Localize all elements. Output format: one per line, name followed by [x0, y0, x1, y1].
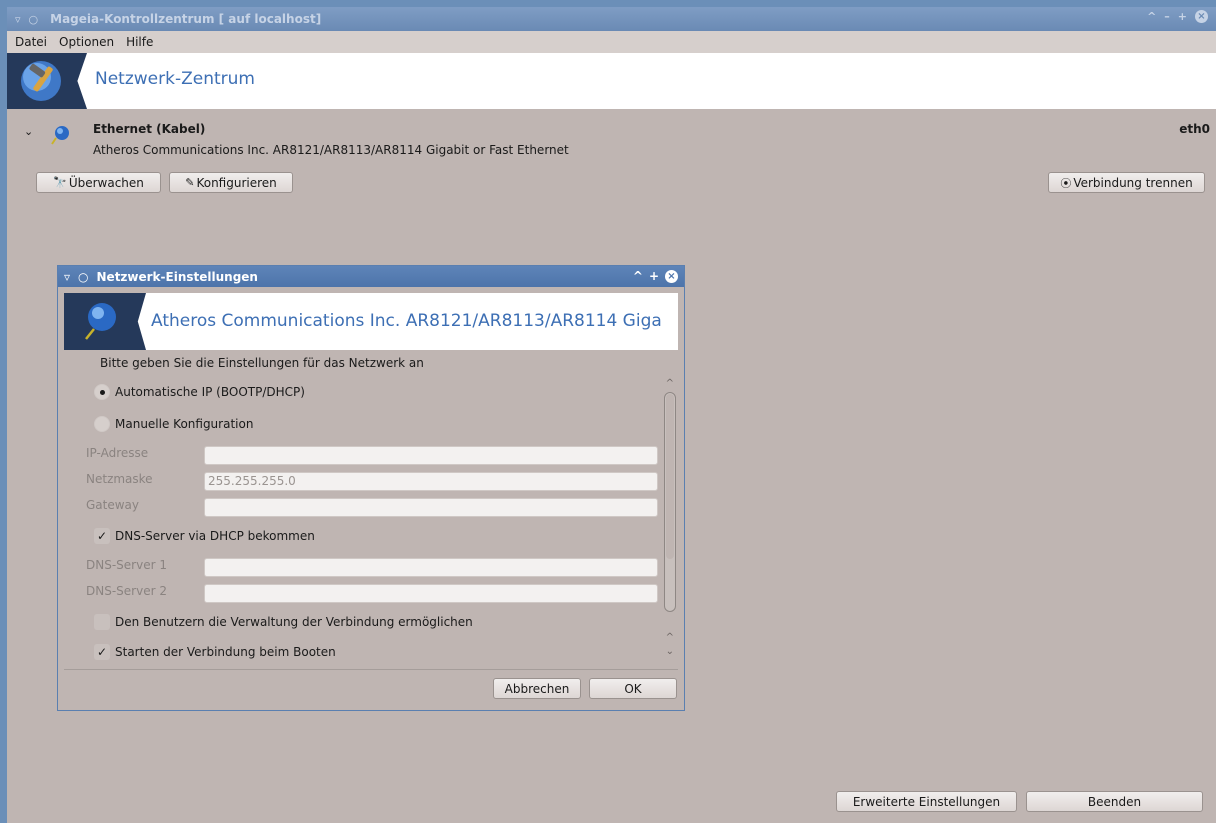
- netmask-label: Netzmaske: [86, 472, 153, 486]
- menu-hilfe[interactable]: Hilfe: [120, 35, 159, 49]
- dialog-header: Atheros Communications Inc. AR8121/AR811…: [64, 293, 678, 350]
- ip-label: IP-Adresse: [86, 446, 149, 460]
- dns2-label: DNS-Server 2: [86, 584, 167, 598]
- manual-config-option[interactable]: Manuelle Konfiguration: [94, 416, 253, 432]
- device-description: Atheros Communications Inc. AR8121/AR811…: [93, 143, 569, 157]
- auto-ip-radio[interactable]: [94, 384, 110, 400]
- dialog-titlebar[interactable]: ▿ ○ Netzwerk-Einstellungen ^ + ×: [58, 266, 684, 287]
- menubar: Datei Optionen Hilfe: [7, 31, 1216, 53]
- configure-button[interactable]: ✎ Konfigurieren: [169, 172, 293, 193]
- binoculars-icon: 🔭: [53, 176, 67, 189]
- netmask-field[interactable]: 255.255.255.0: [204, 472, 658, 491]
- menu-optionen[interactable]: Optionen: [53, 35, 120, 49]
- scroll-up-icon[interactable]: ^: [666, 378, 674, 389]
- dialog-separator: [64, 669, 678, 670]
- dialog-body: Bitte geben Sie die Einstellungen für da…: [58, 350, 684, 666]
- monitor-button-label: Überwachen: [68, 175, 144, 190]
- dns1-field[interactable]: [204, 558, 658, 577]
- chevron-down-icon[interactable]: ⌄: [24, 125, 33, 138]
- network-settings-dialog: ▿ ○ Netzwerk-Einstellungen ^ + × Atheros…: [57, 265, 685, 711]
- main-window: ▿ ○ Mageia-Kontrollzentrum [ auf localho…: [7, 7, 1216, 823]
- start-boot-checkbox[interactable]: ✓: [94, 644, 110, 660]
- window-titlebar[interactable]: ▿ ○ Mageia-Kontrollzentrum [ auf localho…: [7, 7, 1216, 31]
- ok-button[interactable]: OK: [589, 678, 677, 699]
- dns2-field[interactable]: [204, 584, 658, 603]
- device-interface: eth0: [1179, 122, 1210, 136]
- cancel-button[interactable]: Abbrechen: [493, 678, 581, 699]
- auto-ip-option[interactable]: Automatische IP (BOOTP/DHCP): [94, 384, 305, 400]
- dns1-label: DNS-Server 1: [86, 558, 167, 572]
- ok-button-label: OK: [624, 681, 642, 696]
- configure-button-label: Konfigurieren: [196, 175, 277, 190]
- start-boot-label: Starten der Verbindung beim Booten: [115, 645, 336, 659]
- user-manage-option[interactable]: Den Benutzern die Verwaltung der Verbind…: [94, 614, 473, 630]
- device-row: ⌄ Ethernet (Kabel) Atheros Communication…: [7, 119, 1216, 199]
- dns-dhcp-checkbox[interactable]: ✓: [94, 528, 110, 544]
- scrollbar[interactable]: [664, 392, 676, 612]
- device-name: Ethernet (Kabel): [93, 122, 206, 136]
- gateway-field[interactable]: [204, 498, 658, 517]
- menu-datei[interactable]: Datei: [9, 35, 53, 49]
- gateway-label: Gateway: [86, 498, 140, 512]
- scroll-up-icon-bottom[interactable]: ^: [666, 632, 674, 643]
- page-title: Netzwerk-Zentrum: [95, 69, 255, 89]
- maximize-icon[interactable]: ^: [1147, 10, 1156, 23]
- minimize-icon[interactable]: –: [1164, 10, 1170, 23]
- scroll-down-icon[interactable]: ⌄: [666, 646, 674, 657]
- monitor-button[interactable]: 🔭 Überwachen: [36, 172, 161, 193]
- disconnect-button-label: Verbindung trennen: [1073, 175, 1193, 190]
- instruction-text: Bitte geben Sie die Einstellungen für da…: [100, 356, 424, 370]
- dialog-title: Netzwerk-Einstellungen: [96, 269, 258, 284]
- app-header: Netzwerk-Zentrum: [7, 53, 1216, 109]
- dialog-logo: [64, 293, 146, 350]
- dialog-pin-icon[interactable]: +: [649, 269, 659, 283]
- dialog-close-icon[interactable]: ×: [665, 269, 678, 283]
- window-title: Mageia-Kontrollzentrum [ auf localhost]: [50, 12, 322, 26]
- start-boot-option[interactable]: ✓ Starten der Verbindung beim Booten: [94, 644, 336, 660]
- user-manage-checkbox[interactable]: [94, 614, 110, 630]
- control-center-icon: [21, 61, 61, 101]
- advanced-settings-button[interactable]: Erweiterte Einstellungen: [836, 791, 1017, 812]
- advanced-settings-label: Erweiterte Einstellungen: [852, 794, 1001, 809]
- close-icon[interactable]: ×: [1195, 10, 1208, 23]
- dialog-header-title: Atheros Communications Inc. AR8121/AR811…: [151, 311, 662, 331]
- app-logo: [7, 53, 87, 109]
- dialog-maximize-icon[interactable]: ^: [633, 269, 643, 283]
- user-manage-label: Den Benutzern die Verwaltung der Verbind…: [115, 615, 473, 629]
- network-globe-icon: [51, 126, 69, 145]
- disconnect-button[interactable]: ⦿ Verbindung trennen: [1048, 172, 1205, 193]
- keep-above-icon[interactable]: ○: [29, 13, 39, 26]
- manual-config-label: Manuelle Konfiguration: [115, 417, 254, 431]
- dns-dhcp-option[interactable]: ✓ DNS-Server via DHCP bekommen: [94, 528, 315, 544]
- wrench-icon: ✎: [185, 176, 195, 189]
- ip-address-field[interactable]: [204, 446, 658, 465]
- scrollbar-thumb[interactable]: [666, 394, 674, 559]
- quit-button[interactable]: Beenden: [1026, 791, 1203, 812]
- manual-config-radio[interactable]: [94, 416, 110, 432]
- dns-dhcp-label: DNS-Server via DHCP bekommen: [115, 529, 315, 543]
- cancel-button-label: Abbrechen: [504, 681, 570, 696]
- auto-ip-label: Automatische IP (BOOTP/DHCP): [115, 385, 305, 399]
- dialog-menu-icon[interactable]: ▿: [64, 270, 70, 284]
- network-globe-icon: [85, 303, 116, 340]
- disconnect-icon: ⦿: [1060, 176, 1072, 190]
- window-menu-icon[interactable]: ▿: [15, 13, 21, 26]
- quit-button-label: Beenden: [1087, 794, 1142, 809]
- dialog-keep-above-icon[interactable]: ○: [78, 270, 88, 284]
- pin-icon[interactable]: +: [1178, 10, 1187, 23]
